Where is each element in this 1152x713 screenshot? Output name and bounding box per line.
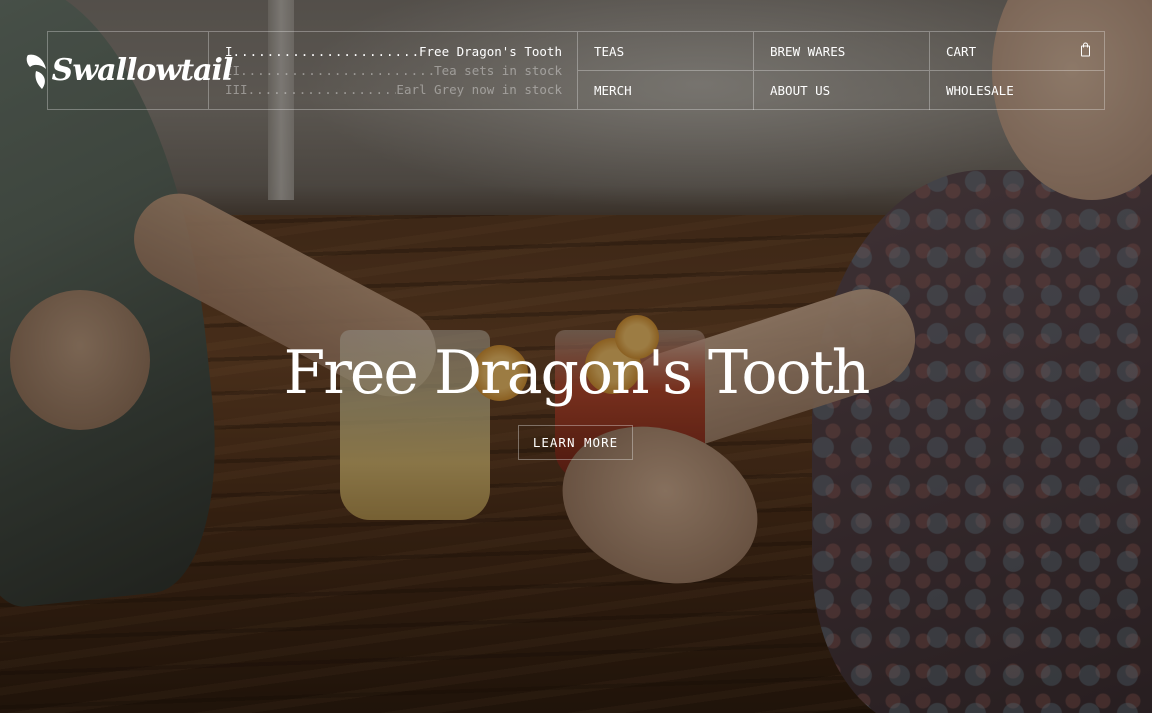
promo-number: III [225, 82, 248, 97]
logo-link[interactable]: Swallowtail [26, 32, 233, 109]
shopping-bag-icon [1081, 42, 1090, 57]
logo: Swallowtail [24, 51, 233, 91]
nav-brew-wares[interactable]: BREW WARES [754, 32, 930, 71]
promo-text: Earl Grey now in stock [396, 82, 562, 97]
promo-leader-dots [240, 63, 434, 78]
promo-leader-dots [248, 82, 397, 97]
main-nav: TEAS BREW WARES CART MERCH ABOUT US WHOL… [578, 32, 1104, 110]
nav-wholesale[interactable]: WHOLESALE [930, 71, 1104, 110]
nav-merch[interactable]: MERCH [578, 71, 754, 110]
promo-leader-dots [233, 44, 419, 59]
promo-item[interactable]: I Free Dragon's Tooth [225, 44, 562, 63]
nav-cart-label: CART [946, 43, 977, 59]
site-header: Swallowtail I Free Dragon's Tooth II Tea… [26, 31, 1105, 110]
nav-cart[interactable]: CART [930, 32, 1104, 71]
learn-more-button[interactable]: LEARN MORE [518, 425, 633, 460]
promo-number: I [225, 44, 233, 59]
logo-text: Swallowtail [51, 53, 234, 88]
hero-title: Free Dragon's Tooth [283, 338, 871, 408]
promo-number: II [225, 63, 241, 78]
nav-teas[interactable]: TEAS [578, 32, 754, 71]
nav-about-us[interactable]: ABOUT US [754, 71, 930, 110]
promo-item[interactable]: III Earl Grey now in stock [225, 82, 562, 101]
promo-item[interactable]: II Tea sets in stock [225, 63, 562, 82]
butterfly-icon [26, 54, 46, 89]
promo-text: Tea sets in stock [434, 63, 562, 78]
promo-list: I Free Dragon's Tooth II Tea sets in sto… [209, 32, 578, 109]
promo-text: Free Dragon's Tooth [419, 44, 562, 59]
